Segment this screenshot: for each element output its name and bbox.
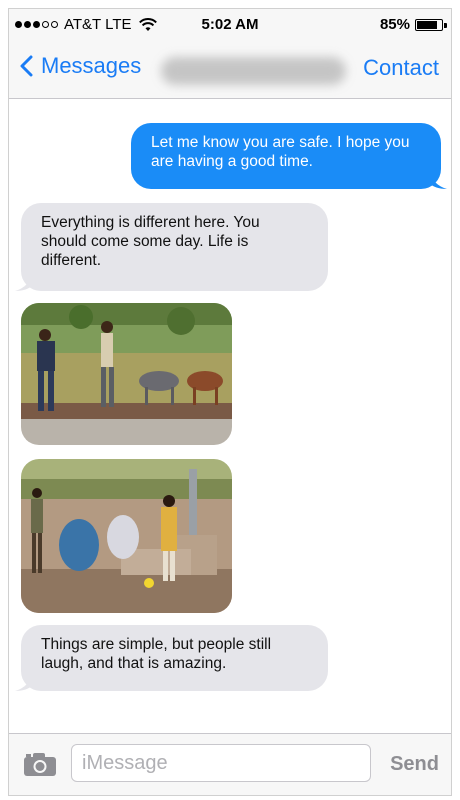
battery-status: 85% <box>379 16 447 33</box>
status-bar: AT&T LTE 5:02 AM 85% <box>9 9 451 39</box>
message-text: Things are simple, but people still laug… <box>41 636 272 672</box>
imessage-input[interactable] <box>71 744 371 782</box>
battery-percent: 85% <box>379 16 410 33</box>
photo-people-at-water-pump-icon <box>21 459 232 613</box>
message-compose-bar: Send <box>9 733 451 795</box>
photo-people-walking-with-cattle-icon <box>21 303 232 445</box>
message-bubble-sent[interactable]: Let me know you are safe. I hope you are… <box>131 123 447 189</box>
message-text: Let me know you are safe. I hope you are… <box>151 134 410 170</box>
chevron-left-icon <box>20 55 33 77</box>
contact-name-redacted <box>161 57 346 85</box>
back-button-label: Messages <box>41 53 142 78</box>
message-image-walking-with-cattle[interactable] <box>21 303 232 445</box>
message-bubble-received[interactable]: Things are simple, but people still laug… <box>15 625 328 691</box>
contact-button[interactable]: Contact <box>363 55 439 81</box>
battery-icon <box>415 18 447 31</box>
phone-screen: AT&T LTE 5:02 AM 85% Messages Contact Le… <box>8 8 452 796</box>
send-button[interactable]: Send <box>390 753 439 776</box>
message-image-water-pump[interactable] <box>21 459 232 613</box>
camera-icon[interactable] <box>23 751 57 777</box>
navigation-bar: Messages Contact <box>9 39 451 99</box>
message-text: Everything is different here. You should… <box>41 214 260 269</box>
back-to-messages-button[interactable]: Messages <box>19 53 141 79</box>
message-bubble-received[interactable]: Everything is different here. You should… <box>15 203 328 291</box>
